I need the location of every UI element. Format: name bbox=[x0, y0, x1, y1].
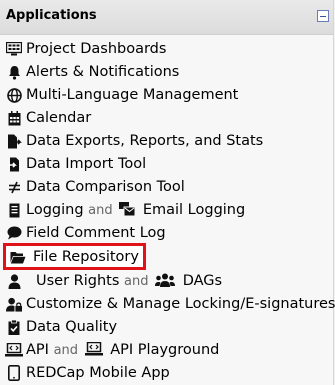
collapse-button[interactable] bbox=[317, 10, 329, 22]
menu-item-data-comparison[interactable]: Data Comparison Tool bbox=[0, 176, 333, 198]
menu-item-label: Data Comparison Tool bbox=[26, 179, 185, 195]
and-separator: and bbox=[53, 343, 79, 358]
file-import-icon bbox=[6, 156, 22, 172]
api-playground-link[interactable]: API Playground bbox=[110, 342, 219, 358]
menu-item-user-rights: User Rights and DAGs bbox=[0, 270, 333, 292]
mail-bulk-icon bbox=[119, 202, 136, 216]
comment-icon bbox=[6, 225, 22, 241]
tablet-icon bbox=[6, 365, 22, 381]
users-icon bbox=[155, 273, 176, 287]
laptop-code-icon bbox=[5, 342, 23, 358]
menu-item-locking-esignatures[interactable]: Customize & Manage Locking/E-signatures bbox=[0, 293, 335, 315]
menu-item-label: Multi-Language Management bbox=[26, 87, 239, 103]
laptop-code-icon bbox=[84, 342, 103, 356]
and-separator: and bbox=[124, 274, 149, 289]
menu-item-data-import[interactable]: Data Import Tool bbox=[0, 153, 333, 175]
menu-item-label: Calendar bbox=[26, 110, 92, 126]
menu-item-mobile-app[interactable]: REDCap Mobile App bbox=[0, 362, 333, 384]
menu-item-api: API and API Playground bbox=[0, 339, 333, 361]
and-separator: and bbox=[88, 203, 113, 218]
api-link[interactable]: API bbox=[26, 342, 49, 358]
user-icon bbox=[6, 273, 22, 289]
menu-item-label: Data Import Tool bbox=[26, 156, 147, 172]
menu-item-field-comment-log[interactable]: Field Comment Log bbox=[0, 222, 333, 244]
menu-item-data-exports[interactable]: Data Exports, Reports, and Stats bbox=[0, 130, 333, 152]
menu-item-label: Field Comment Log bbox=[26, 225, 166, 241]
file-export-icon bbox=[6, 133, 22, 149]
log-icon bbox=[6, 202, 22, 218]
menu-item-label: Customize & Manage Locking/E-signatures bbox=[26, 296, 335, 312]
menu-item-label: File Repository bbox=[33, 249, 139, 265]
applications-panel: Applications Project Dashboards Alerts &… bbox=[0, 0, 335, 385]
menu-item-file-repository[interactable]: File Repository bbox=[0, 246, 333, 268]
menu-item-label: Alerts & Notifications bbox=[26, 64, 180, 80]
menu-item-project-dashboards[interactable]: Project Dashboards bbox=[0, 38, 333, 60]
bell-icon bbox=[6, 64, 22, 80]
menu-item-multi-language[interactable]: Multi-Language Management bbox=[0, 84, 333, 106]
globe-icon bbox=[6, 87, 22, 103]
menu-item-alerts-notifications[interactable]: Alerts & Notifications bbox=[0, 61, 333, 83]
panel-header: Applications bbox=[0, 0, 333, 35]
calendar-icon bbox=[6, 110, 22, 126]
email-logging-link[interactable]: Email Logging bbox=[143, 202, 245, 218]
dashboard-icon bbox=[6, 41, 22, 57]
menu-item-calendar[interactable]: Calendar bbox=[0, 107, 333, 129]
clipboard-check-icon bbox=[6, 319, 22, 335]
user-rights-link[interactable]: User Rights bbox=[36, 273, 119, 289]
menu-item-logging: Logging and Email Logging bbox=[0, 199, 333, 221]
lock-user-icon bbox=[6, 296, 22, 312]
menu-item-label: Project Dashboards bbox=[26, 41, 167, 57]
dags-link[interactable]: DAGs bbox=[183, 273, 222, 289]
menu-item-data-quality[interactable]: Data Quality bbox=[0, 316, 333, 338]
not-equal-icon bbox=[6, 179, 22, 195]
logging-link[interactable]: Logging bbox=[26, 202, 84, 218]
menu-item-label: REDCap Mobile App bbox=[26, 365, 170, 381]
menu-item-label: Data Exports, Reports, and Stats bbox=[26, 133, 264, 149]
panel-title: Applications bbox=[6, 8, 97, 23]
folder-open-icon bbox=[10, 249, 26, 265]
menu-item-label: Data Quality bbox=[26, 319, 118, 335]
